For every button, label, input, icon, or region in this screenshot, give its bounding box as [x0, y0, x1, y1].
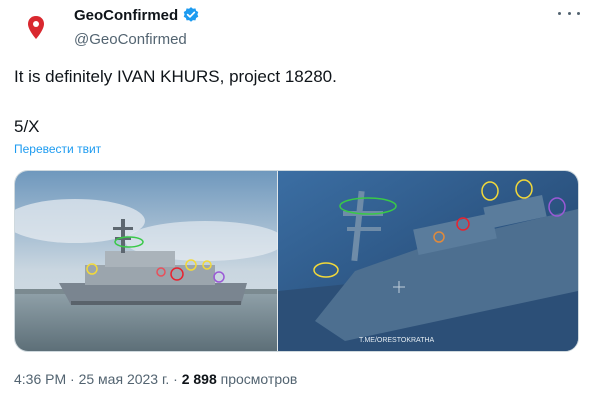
translate-link[interactable]: Перевести твит	[14, 142, 101, 156]
author-handle[interactable]: @GeoConfirmed	[74, 31, 200, 48]
views-count: 2 898	[181, 371, 217, 387]
tweet-media[interactable]: T.ME/ORESTOKRATHA	[14, 170, 579, 352]
media-watermark: T.ME/ORESTOKRATHA	[359, 337, 435, 344]
ship-photo-right	[278, 171, 578, 351]
ship-photo-left	[15, 171, 285, 351]
views-label: просмотров	[216, 371, 298, 387]
author-block[interactable]: GeoConfirmed @GeoConfirmed	[74, 6, 200, 48]
tweet-text: It is definitely IVAN KHURS, project 182…	[14, 67, 337, 86]
meta-separator: ·	[169, 371, 182, 387]
verified-badge-icon	[183, 7, 199, 22]
tweet-date[interactable]: 25 мая 2023 г.	[79, 371, 170, 387]
media-images[interactable]: T.ME/ORESTOKRATHA	[15, 171, 578, 351]
map-pin-icon	[28, 16, 44, 39]
meta-separator: ·	[66, 371, 79, 387]
tweet-meta: 4:36 PM · 25 мая 2023 г. · 2 898 просмот…	[14, 371, 297, 387]
avatar[interactable]	[16, 8, 56, 48]
author-name[interactable]: GeoConfirmed	[74, 7, 178, 24]
tweet-time[interactable]: 4:36 PM	[14, 371, 66, 387]
tweet-part-indicator: 5/X	[14, 117, 40, 136]
more-options-icon[interactable]	[558, 6, 580, 20]
